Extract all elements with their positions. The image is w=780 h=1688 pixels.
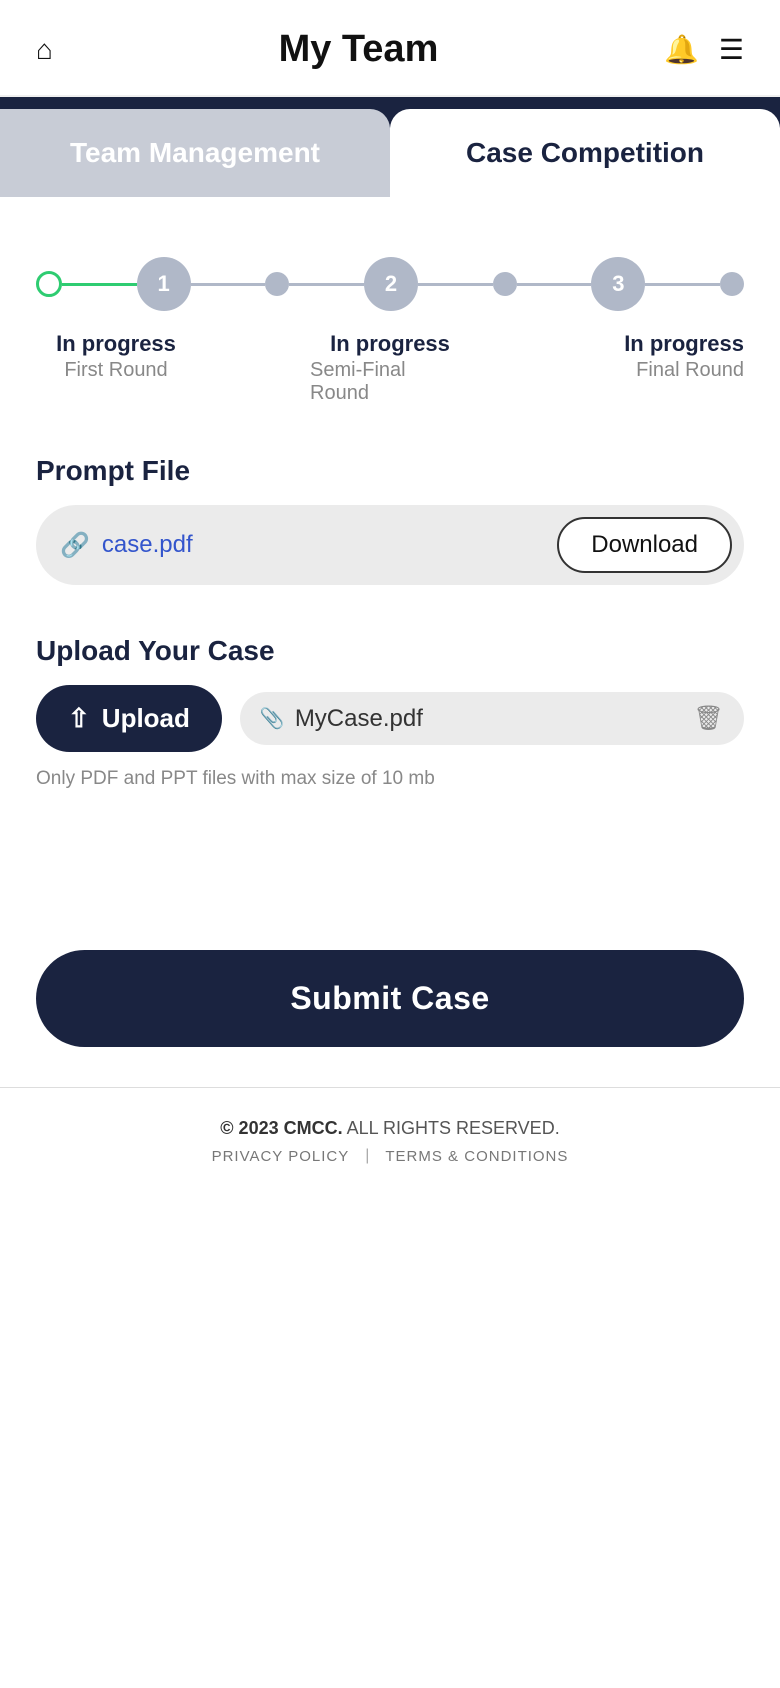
step-line-4 xyxy=(418,283,493,286)
upload-hint: Only PDF and PPT files with max size of … xyxy=(36,768,744,790)
footer: © 2023 CMCC. ALL RIGHTS RESERVED. PRIVAC… xyxy=(0,1087,780,1195)
prompt-file-section: Prompt File 🔗 case.pdf Download xyxy=(36,455,744,585)
prompt-file-name: case.pdf xyxy=(102,531,193,559)
step-1-label: In progress First Round xyxy=(36,331,196,405)
stepper-track: 1 2 3 xyxy=(36,257,744,311)
step-line-2 xyxy=(191,283,266,286)
spacer xyxy=(0,830,780,950)
delete-file-icon[interactable]: 🗑 xyxy=(694,704,724,733)
step-dot-2 xyxy=(493,272,517,296)
app-header: ⌂ My Team 🔔 ☰ xyxy=(0,0,780,97)
step-start xyxy=(36,271,62,297)
footer-copyright: © 2023 CMCC. ALL RIGHTS RESERVED. xyxy=(36,1118,744,1139)
paperclip-icon: 🔗 xyxy=(60,531,90,560)
bell-icon[interactable]: 🔔 xyxy=(664,33,699,66)
step-3: 3 xyxy=(591,257,645,311)
upload-icon: ⇧ xyxy=(68,703,90,734)
step-end-dot xyxy=(720,272,744,296)
uploaded-file-pill: 📎 MyCase.pdf 🗑 xyxy=(240,692,744,745)
step-2-label: In progress Semi-Final Round xyxy=(310,331,470,405)
tab-team-management[interactable]: Team Management xyxy=(0,109,390,197)
upload-row: ⇧ Upload 📎 MyCase.pdf 🗑 xyxy=(36,685,744,752)
tab-case-competition[interactable]: Case Competition xyxy=(390,109,780,197)
header-right-icons: 🔔 ☰ xyxy=(664,33,744,66)
submit-btn-container: Submit Case xyxy=(0,950,780,1087)
step-start-circle xyxy=(36,271,62,297)
submit-case-button[interactable]: Submit Case xyxy=(36,950,744,1047)
download-button[interactable]: Download xyxy=(557,517,732,573)
step-3-circle: 3 xyxy=(591,257,645,311)
prompt-file-title: Prompt File xyxy=(36,455,744,487)
main-content: 1 2 3 xyxy=(0,197,780,790)
privacy-policy-link[interactable]: PRIVACY POLICY xyxy=(212,1148,350,1165)
step-line-5 xyxy=(517,283,592,286)
stepper-labels: In progress First Round In progress Semi… xyxy=(36,331,744,405)
step-1-circle: 1 xyxy=(137,257,191,311)
step-2: 2 xyxy=(364,257,418,311)
upload-section: Upload Your Case ⇧ Upload 📎 MyCase.pdf 🗑… xyxy=(36,635,744,790)
menu-icon[interactable]: ☰ xyxy=(719,33,744,66)
home-icon[interactable]: ⌂ xyxy=(36,34,53,66)
uploaded-file-name: MyCase.pdf xyxy=(295,705,684,733)
upload-button[interactable]: ⇧ Upload xyxy=(36,685,222,752)
stepper: 1 2 3 xyxy=(36,237,744,455)
step-line-6 xyxy=(645,283,720,286)
uploaded-paperclip-icon: 📎 xyxy=(260,706,285,731)
step-dot-1 xyxy=(265,272,289,296)
step-line-3 xyxy=(289,283,364,286)
step-2-circle: 2 xyxy=(364,257,418,311)
prompt-file-row: 🔗 case.pdf Download xyxy=(36,505,744,585)
page-title: My Team xyxy=(279,28,439,71)
step-1: 1 xyxy=(137,257,191,311)
tabs-container: Team Management Case Competition xyxy=(0,109,780,197)
footer-divider: | xyxy=(365,1147,369,1165)
terms-link[interactable]: TERMS & CONDITIONS xyxy=(385,1148,568,1165)
step-line-1 xyxy=(62,283,137,286)
nav-bar xyxy=(0,97,780,109)
upload-title: Upload Your Case xyxy=(36,635,744,667)
footer-links: PRIVACY POLICY | TERMS & CONDITIONS xyxy=(36,1147,744,1165)
step-3-label: In progress Final Round xyxy=(584,331,744,405)
file-name-area: 🔗 case.pdf xyxy=(60,531,557,560)
